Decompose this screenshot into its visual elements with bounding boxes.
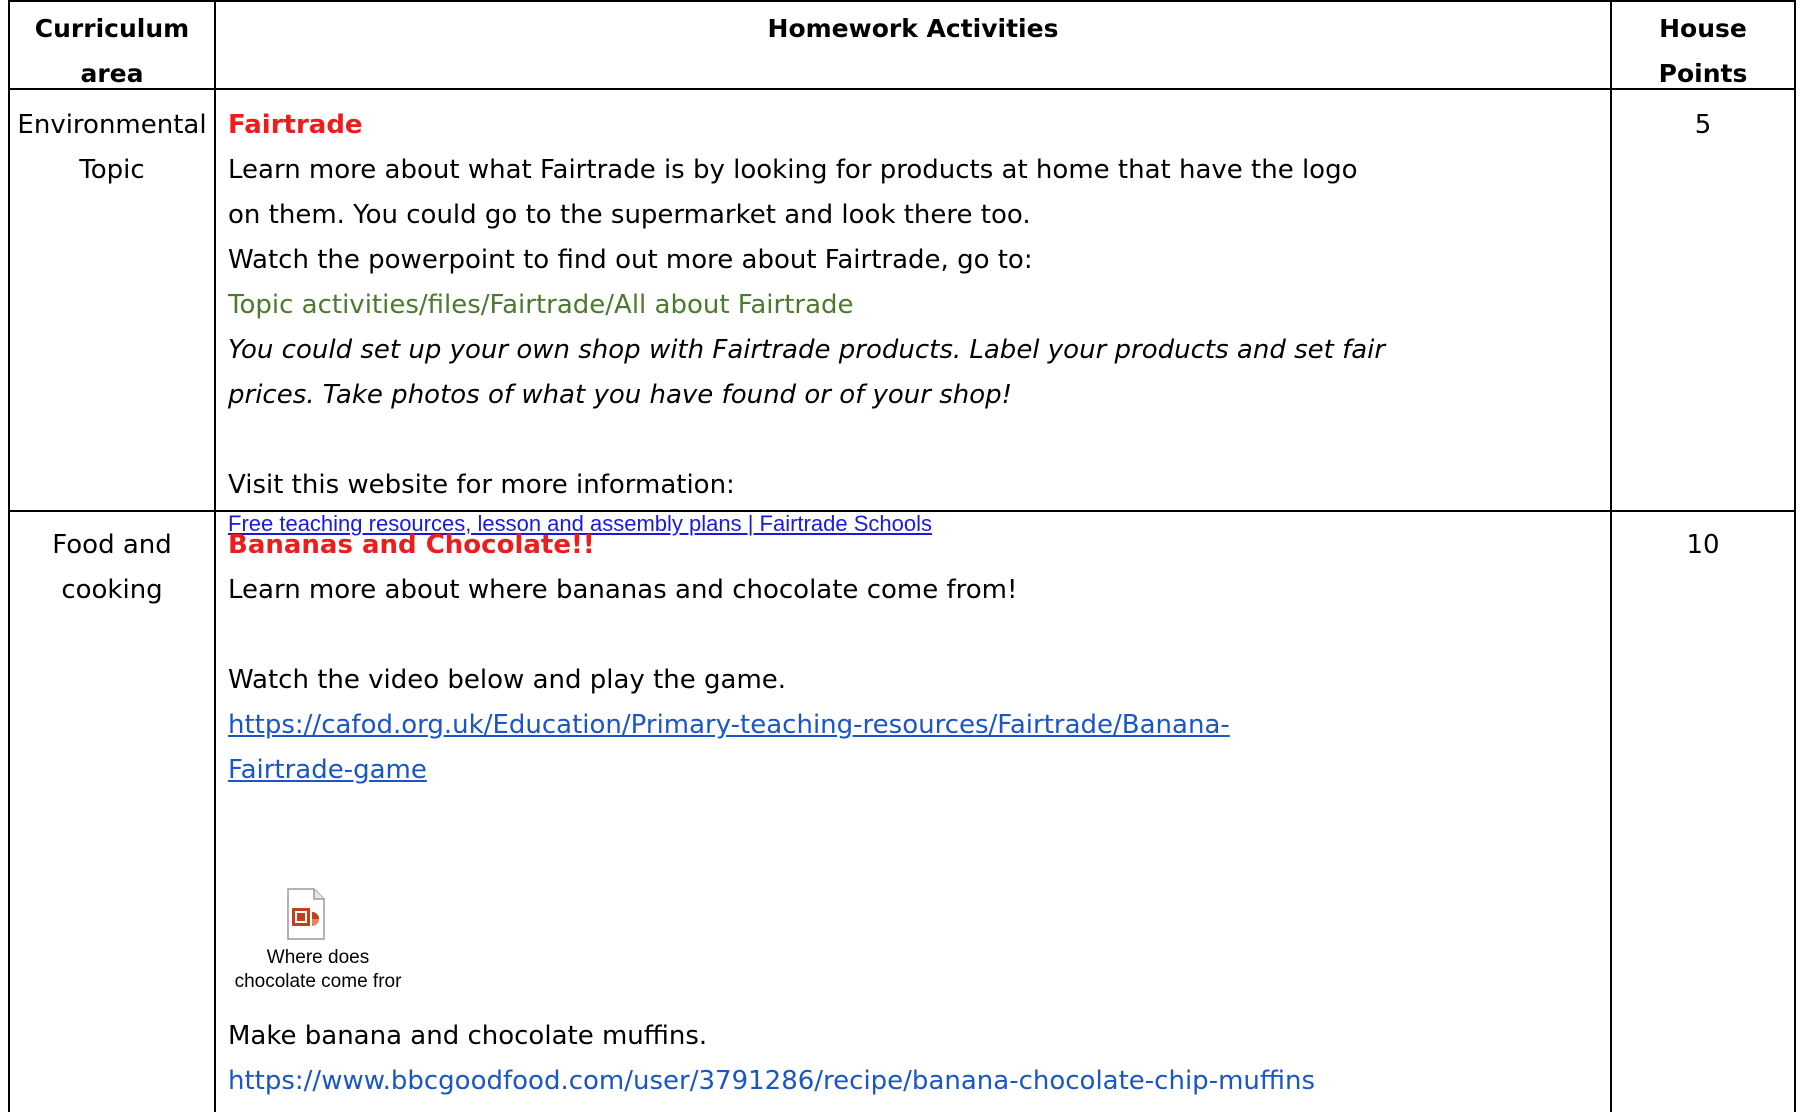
row1-line2: on them. You could go to the supermarket…: [228, 200, 1031, 230]
row1-line3: Watch the powerpoint to find out more ab…: [228, 245, 1033, 275]
homework-table: Curriculum area Homework Activities Hous…: [0, 0, 1804, 1112]
column-divider-1: [214, 0, 216, 1112]
row1-visit-text: Visit this website for more information:: [228, 470, 735, 500]
table-border-top: [8, 0, 1796, 2]
row2-blank: [228, 613, 1598, 658]
row2-area: Food and cooking: [10, 523, 214, 613]
row2-title: Bananas and Chocolate!!: [228, 530, 595, 560]
attachment-caption: Where does chocolate come fror: [228, 946, 408, 994]
row2-area-line1: Food and: [52, 530, 172, 560]
row1-italic-line2: prices. Take photos of what you have fou…: [228, 380, 1013, 410]
header-curriculum-line1: Curriculum: [34, 14, 190, 43]
row1-file-path: Topic activities/files/Fairtrade/All abo…: [228, 290, 854, 320]
header-house-points: House Points: [1612, 6, 1794, 96]
powerpoint-file-icon: [287, 888, 325, 940]
header-curriculum-line2: area: [80, 59, 144, 88]
table-border-right: [1794, 0, 1796, 1112]
cafod-game-link-line1[interactable]: https://cafod.org.uk/Education/Primary-t…: [228, 703, 1598, 748]
cafod-game-link-line2[interactable]: Fairtrade-game: [228, 748, 427, 793]
row1-area: Environmental Topic: [10, 103, 214, 193]
row2-activity: Bananas and Chocolate!! Learn more about…: [228, 523, 1598, 793]
row1-italic-line1: You could set up your own shop with Fair…: [228, 335, 1386, 365]
row1-area-line1: Environmental: [17, 110, 207, 140]
bbc-recipe-link[interactable]: https://www.bbcgoodfood.com/user/3791286…: [228, 1059, 1598, 1104]
row2-area-line2: cooking: [61, 575, 163, 605]
header-curriculum-area: Curriculum area: [10, 6, 214, 96]
row2-watch: Watch the video below and play the game.: [228, 665, 787, 695]
row1-title: Fairtrade: [228, 110, 363, 140]
row1-activity: Fairtrade Learn more about what Fairtrad…: [228, 103, 1598, 540]
attachment-caption-line2: chocolate come fror: [234, 971, 402, 992]
header-points-line1: House: [1659, 14, 1747, 43]
row2-muffins-text: Make banana and chocolate muffins.: [228, 1021, 708, 1051]
attachment-caption-line1: Where does: [266, 947, 370, 968]
row1-points: 5: [1694, 110, 1712, 140]
row1-line1: Learn more about what Fairtrade is by lo…: [228, 155, 1358, 185]
row2-points: 10: [1686, 530, 1720, 560]
header-divider: [8, 88, 1796, 90]
header-points-line2: Points: [1658, 59, 1748, 88]
row2-muffins: Make banana and chocolate muffins. https…: [228, 1014, 1598, 1104]
header-homework-activities: Homework Activities: [767, 14, 1059, 43]
row1-area-line2: Topic: [79, 155, 145, 185]
row2-intro: Learn more about where bananas and choco…: [228, 575, 1018, 605]
powerpoint-attachment[interactable]: Where does chocolate come fror: [228, 888, 408, 1008]
row1-blank: [228, 418, 1598, 463]
